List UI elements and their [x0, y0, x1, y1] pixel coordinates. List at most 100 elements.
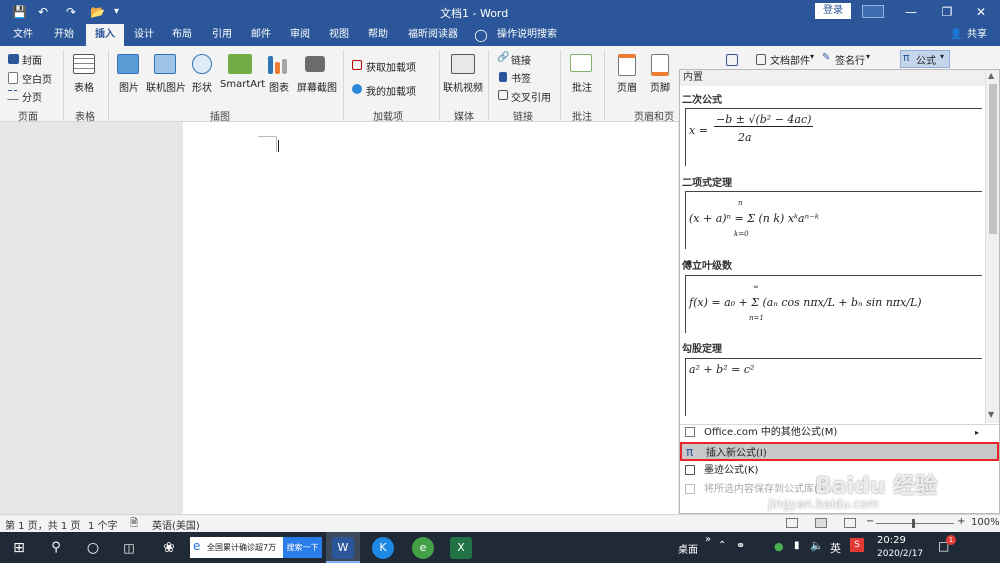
zoom-level[interactable]: 100%: [971, 517, 1000, 528]
online-video-button[interactable]: 联机视频: [443, 79, 483, 94]
customize-icon[interactable]: ▾: [114, 3, 119, 21]
scroll-up-icon[interactable]: ▲: [988, 71, 994, 80]
gallery-scrollbar[interactable]: ▲ ▼: [985, 70, 999, 423]
toolbar-expand-icon[interactable]: »: [705, 534, 711, 545]
header-button[interactable]: 页眉: [617, 79, 637, 94]
tab-foxit[interactable]: 福昕阅读器: [401, 24, 465, 46]
equation-pythagorean[interactable]: a² + b² = c²: [685, 358, 982, 416]
equation-binomial[interactable]: n (x + a)ⁿ = Σ (n k) xᵏaⁿ⁻ᵏ k=0: [685, 191, 982, 249]
text-cursor: [278, 140, 279, 152]
tab-insert[interactable]: 插入: [86, 24, 124, 46]
get-addins-button[interactable]: 获取加载项: [366, 59, 416, 74]
my-addins-button[interactable]: 我的加载项: [366, 83, 416, 98]
bookmark-button[interactable]: 书签: [511, 70, 531, 85]
zoom-in-icon[interactable]: +: [957, 516, 965, 527]
scroll-thumb[interactable]: [989, 84, 997, 234]
tab-help[interactable]: 帮助: [360, 24, 396, 46]
proofing-icon[interactable]: 🗎: [130, 516, 138, 533]
windows-start-icon[interactable]: ⊞: [8, 537, 30, 559]
word-count[interactable]: 1 个字: [88, 517, 118, 532]
pinwheel-icon[interactable]: ❀: [158, 537, 180, 559]
news-search-box[interactable]: e 全国累计确诊超7万 搜索一下: [190, 537, 322, 558]
browser-app-icon[interactable]: e: [412, 537, 434, 559]
page-count[interactable]: 第 1 页，共 1 页: [5, 517, 80, 532]
tab-review[interactable]: 审阅: [282, 24, 318, 46]
excel-app-icon[interactable]: X: [450, 537, 472, 559]
tray-overflow-icon[interactable]: ⌃: [718, 540, 726, 551]
volume-icon[interactable]: 🔈: [810, 539, 824, 552]
search-icon[interactable]: ⚲: [45, 537, 67, 559]
link-button[interactable]: 链接: [511, 52, 531, 67]
zoom-thumb[interactable]: [912, 519, 915, 528]
tab-design[interactable]: 设计: [126, 24, 162, 46]
tab-mailings[interactable]: 邮件: [243, 24, 279, 46]
sogou-icon[interactable]: S: [850, 538, 864, 552]
network-icon[interactable]: ⚭: [736, 539, 745, 552]
cross-reference-button[interactable]: 交叉引用: [511, 89, 551, 104]
tell-me-search[interactable]: 操作说明搜索: [494, 24, 560, 46]
watermark-logo: Baidu 经验: [815, 474, 938, 499]
read-mode-icon[interactable]: [786, 518, 798, 528]
menu-more-office-equations[interactable]: Office.com 中的其他公式(M) ▸: [680, 423, 999, 442]
ime-indicator[interactable]: 英: [830, 540, 841, 556]
undo-icon[interactable]: ↶: [38, 3, 48, 21]
tab-layout[interactable]: 布局: [164, 24, 200, 46]
minimize-icon[interactable]: —: [896, 2, 926, 22]
table-button[interactable]: 表格: [74, 79, 94, 94]
tab-home[interactable]: 开始: [46, 24, 82, 46]
share-button[interactable]: 共享: [963, 24, 991, 46]
search-go-button[interactable]: 搜索一下: [283, 537, 322, 558]
battery-icon[interactable]: ▮: [794, 540, 800, 551]
footer-button[interactable]: 页脚: [650, 79, 670, 94]
zoom-slider[interactable]: [876, 523, 954, 524]
section-title-fourier: 傅立叶级数: [682, 261, 732, 272]
clock-date[interactable]: 2020/2/17: [877, 549, 923, 559]
signature-dropdown-icon[interactable]: ▾: [866, 52, 870, 61]
language[interactable]: 英语(美国): [152, 517, 200, 532]
tab-references[interactable]: 引用: [204, 24, 240, 46]
picture-icon: [117, 54, 139, 74]
print-layout-icon[interactable]: [815, 518, 827, 528]
web-layout-icon[interactable]: [844, 518, 856, 528]
document-page[interactable]: [183, 122, 678, 514]
signature-button[interactable]: 签名行: [835, 52, 865, 67]
close-icon[interactable]: ✕: [966, 2, 996, 22]
smartart-button[interactable]: SmartArt: [220, 79, 265, 90]
cortana-icon[interactable]: ○: [82, 537, 104, 559]
page-break-button[interactable]: 分页: [22, 89, 42, 104]
word-app-icon[interactable]: W: [332, 537, 354, 559]
clock-time[interactable]: 20:29: [877, 535, 906, 546]
tab-file[interactable]: 文件: [6, 24, 40, 46]
doc-parts-dropdown-icon[interactable]: ▾: [810, 52, 814, 61]
k-app-icon[interactable]: K: [372, 537, 394, 559]
login-button[interactable]: 登录: [815, 3, 851, 19]
menu-insert-new-equation[interactable]: π 插入新公式(I): [680, 442, 999, 461]
blank-page-button[interactable]: 空白页: [22, 71, 52, 86]
page-break-icon: [7, 90, 19, 100]
scroll-down-icon[interactable]: ▼: [988, 410, 994, 419]
cover-button[interactable]: 封面: [22, 52, 42, 67]
zoom-out-icon[interactable]: −: [866, 516, 874, 527]
shapes-button[interactable]: 形状: [192, 79, 212, 94]
equation-dropdown-icon[interactable]: ▾: [940, 52, 944, 61]
comment-button[interactable]: 批注: [572, 79, 592, 94]
desktop-toolbar[interactable]: 桌面: [678, 541, 698, 556]
doc-parts-button[interactable]: 文档部件: [770, 52, 810, 67]
restore-icon[interactable]: ❐: [932, 2, 962, 22]
equation-button[interactable]: 公式: [916, 52, 936, 67]
tab-view[interactable]: 视图: [321, 24, 357, 46]
security-tray-icon[interactable]: ●: [774, 540, 784, 553]
online-picture-button[interactable]: 联机图片: [146, 79, 186, 94]
open-icon[interactable]: 📂: [90, 3, 105, 21]
ribbon-display-icon[interactable]: [862, 5, 884, 18]
chart-button[interactable]: 图表: [269, 79, 289, 94]
equation-quadratic[interactable]: x = −b ± √(b² − 4ac) 2a: [685, 108, 982, 166]
picture-button[interactable]: 图片: [119, 79, 139, 94]
redo-icon[interactable]: ↷: [66, 3, 76, 21]
equation-fourier[interactable]: ∞ f(x) = a₀ + Σ (aₙ cos nπx/L + bₙ sin n…: [685, 275, 982, 333]
save-icon[interactable]: 💾: [12, 3, 27, 21]
task-view-icon[interactable]: ◫: [118, 537, 140, 559]
table-icon: [73, 54, 95, 74]
group-media: 媒体: [454, 112, 474, 123]
screenshot-button[interactable]: 屏幕截图: [297, 79, 337, 94]
